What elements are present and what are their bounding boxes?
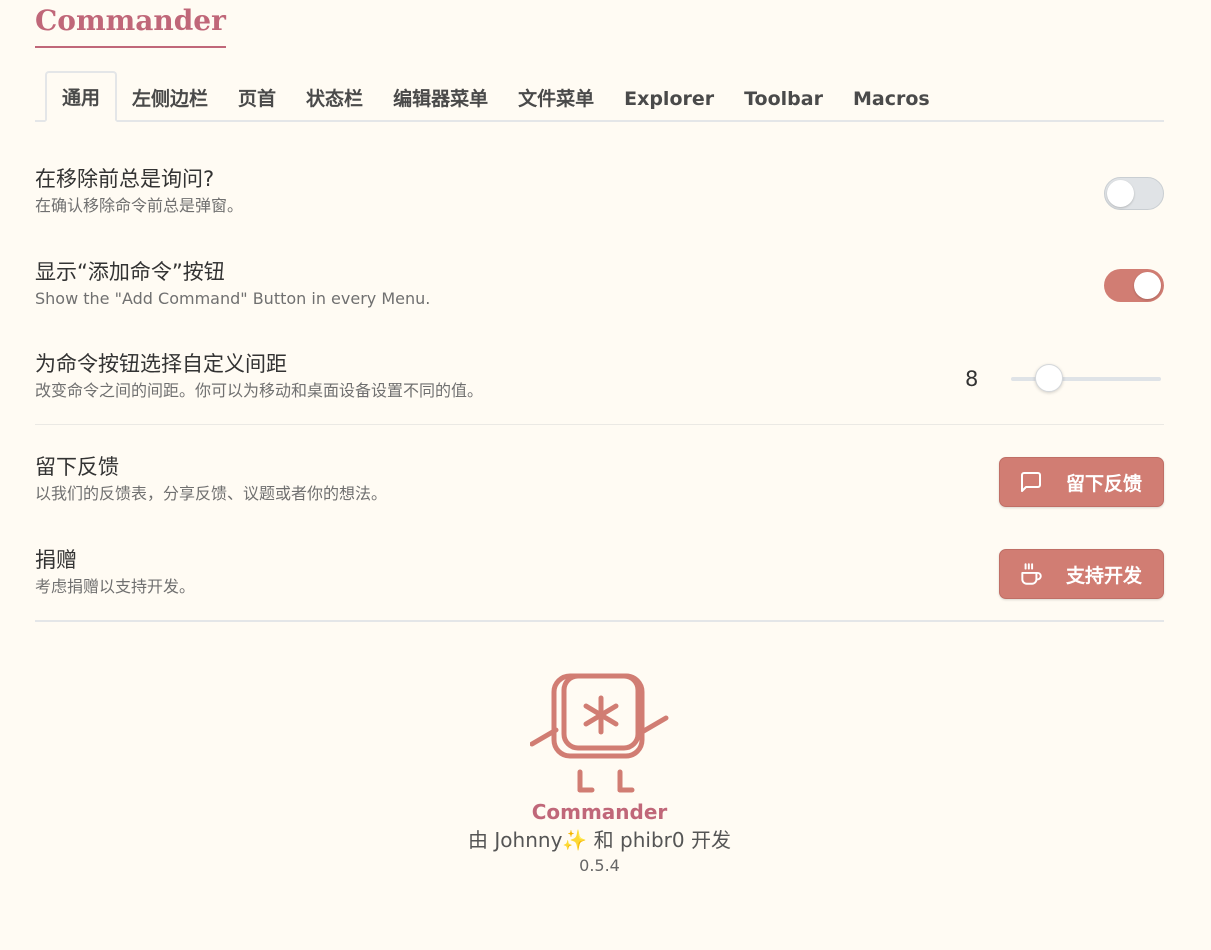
setting-description: 考虑捐赠以支持开发。 [35, 577, 196, 596]
toggle-knob [1107, 180, 1134, 207]
slider-thumb[interactable] [1035, 364, 1063, 392]
footer-version: 0.5.4 [579, 856, 620, 875]
setting-name: 在移除前总是询问? [35, 167, 215, 191]
tab-editor-menu[interactable]: 编辑器菜单 [378, 74, 503, 122]
button-label: 支持开发 [1066, 564, 1143, 587]
footer-plugin-name: Commander [531, 800, 668, 824]
spacing-slider-group: 8 [965, 364, 1161, 392]
setting-confirm-remove: 在移除前总是询问? 在确认移除命令前总是弹窗。 [35, 165, 1164, 217]
message-square-icon [1018, 469, 1044, 495]
settings-page: Commander 通用 左侧边栏 页首 状态栏 编辑器菜单 文件菜单 Expl… [0, 0, 1211, 950]
divider [35, 424, 1164, 425]
setting-control: 支持开发 [999, 549, 1164, 599]
setting-control: 8 [965, 364, 1161, 392]
coffee-cup-icon [1018, 561, 1044, 587]
setting-control: 留下反馈 [999, 457, 1164, 507]
tab-left-sidebar[interactable]: 左侧边栏 [117, 74, 223, 122]
leave-feedback-button[interactable]: 留下反馈 [999, 457, 1164, 507]
setting-show-add-command-button: 显示“添加命令”按钮 Show the "Add Command" Button… [35, 258, 1164, 310]
divider [35, 620, 1164, 622]
plugin-footer: Commander 由 Johnny✨ 和 phibr0 开发 0.5.4 [0, 668, 1199, 878]
button-label: 留下反馈 [1066, 472, 1143, 495]
confirm-remove-toggle[interactable] [1104, 177, 1164, 210]
settings-tabs: 通用 左侧边栏 页首 状态栏 编辑器菜单 文件菜单 Explorer Toolb… [35, 70, 1164, 122]
spacing-value: 8 [965, 367, 979, 391]
tab-page-header[interactable]: 页首 [223, 74, 291, 122]
tab-toolbar[interactable]: Toolbar [729, 74, 838, 122]
tab-status-bar[interactable]: 状态栏 [291, 74, 378, 122]
footer-credit: 由 Johnny✨ 和 phibr0 开发 [468, 828, 731, 852]
setting-control [1104, 269, 1164, 302]
tab-general[interactable]: 通用 [45, 71, 118, 122]
setting-name: 捐赠 [35, 548, 77, 572]
tab-macros[interactable]: Macros [838, 74, 945, 122]
setting-description: Show the "Add Command" Button in every M… [35, 289, 431, 308]
support-development-button[interactable]: 支持开发 [999, 549, 1164, 599]
setting-description: 以我们的反馈表，分享反馈、议题或者你的想法。 [35, 484, 388, 503]
setting-feedback: 留下反馈 以我们的反馈表，分享反馈、议题或者你的想法。 留下反馈 [35, 453, 1164, 507]
setting-name: 留下反馈 [35, 455, 119, 479]
setting-control [1104, 177, 1164, 210]
setting-description: 在确认移除命令前总是弹窗。 [35, 196, 244, 215]
spacing-slider[interactable] [1011, 364, 1161, 392]
setting-donate: 捐赠 考虑捐赠以支持开发。 支持开发 [35, 546, 1164, 599]
commander-mascot-icon [529, 673, 668, 793]
tab-file-menu[interactable]: 文件菜单 [503, 74, 609, 122]
toggle-knob [1134, 272, 1161, 299]
setting-button-spacing: 为命令按钮选择自定义间距 改变命令之间的间距。你可以为移动和桌面设备设置不同的值… [35, 350, 1164, 402]
tab-explorer[interactable]: Explorer [609, 74, 729, 122]
show-add-command-toggle[interactable] [1104, 269, 1164, 302]
setting-name: 显示“添加命令”按钮 [35, 260, 225, 284]
plugin-title: Commander [35, 2, 226, 48]
